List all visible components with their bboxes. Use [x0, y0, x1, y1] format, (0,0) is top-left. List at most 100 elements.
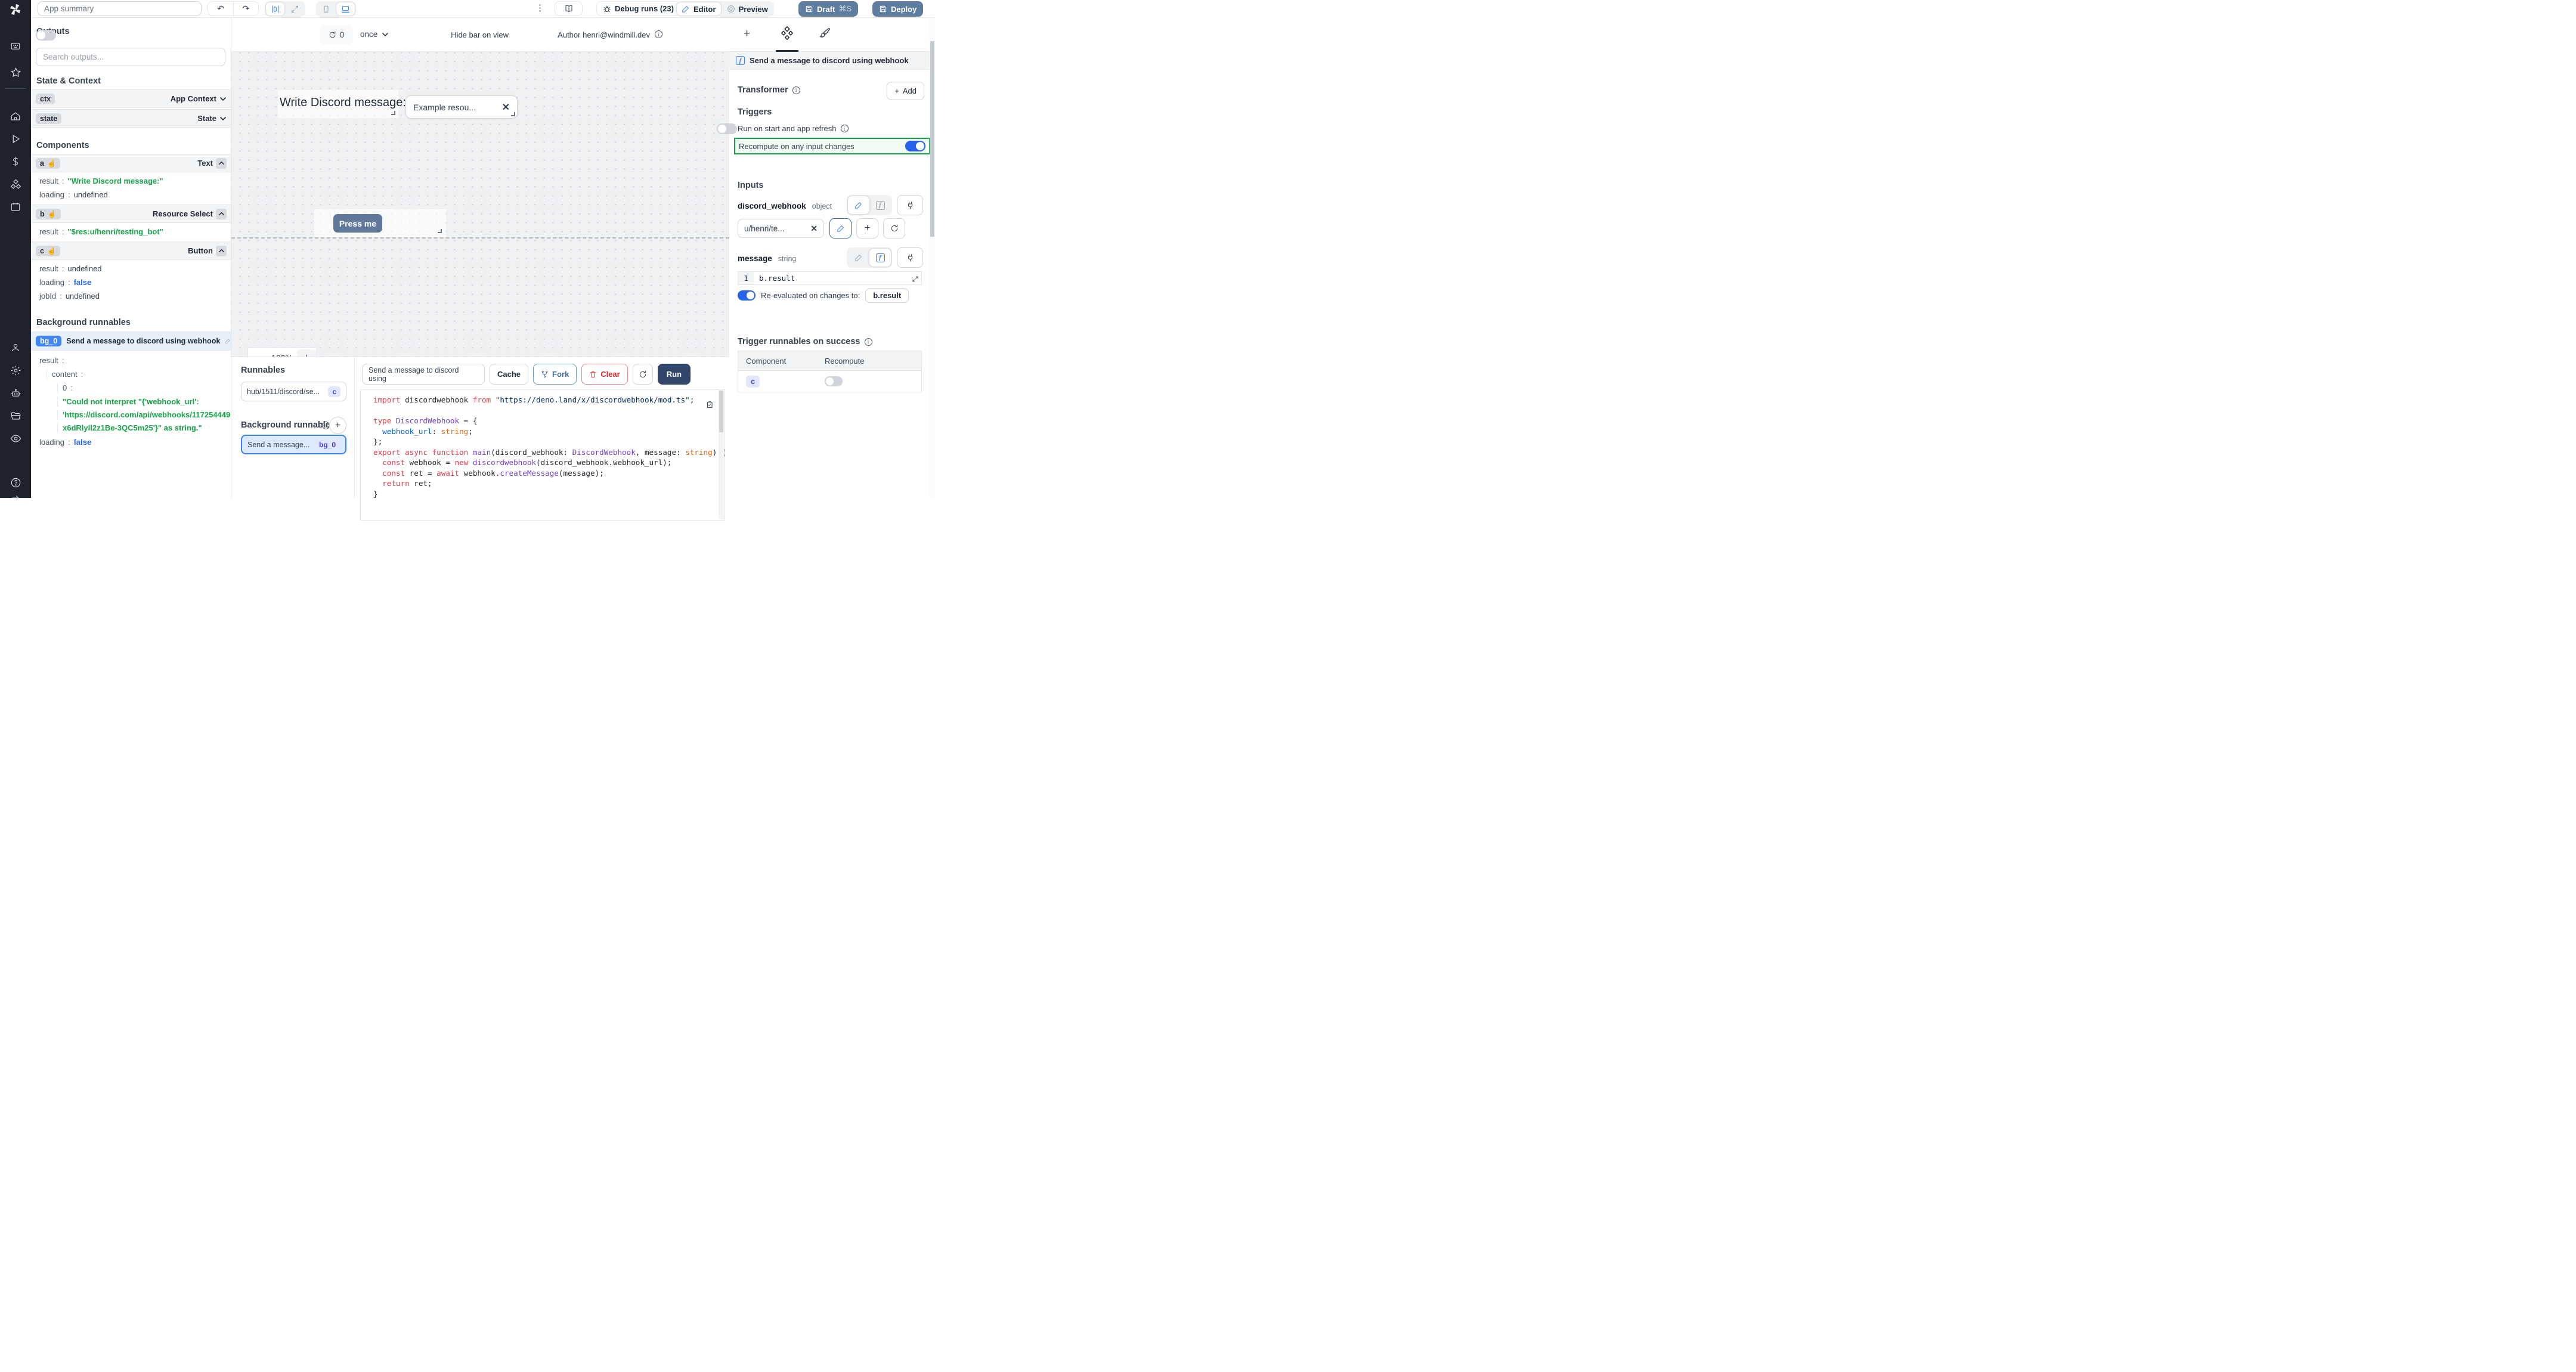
add-transformer-button[interactable]: + Add: [887, 82, 924, 100]
redo-button[interactable]: ↷: [233, 2, 258, 16]
collapse-button[interactable]: [216, 158, 227, 169]
expand-icon[interactable]: [912, 275, 919, 283]
resize-handle[interactable]: [511, 112, 515, 116]
cache-button[interactable]: Cache: [490, 364, 528, 385]
more-menu-icon[interactable]: ⋮: [535, 2, 544, 13]
sidebar-audit-icon[interactable]: [0, 433, 31, 447]
edit-pencil-icon[interactable]: [225, 338, 231, 344]
sidebar-runs-icon[interactable]: [0, 134, 31, 147]
sidebar-workers-icon[interactable]: [0, 388, 31, 402]
chevron-down-icon[interactable]: [219, 95, 227, 103]
run-on-start-toggle[interactable]: [717, 123, 737, 134]
fork-button[interactable]: Fork: [533, 364, 577, 385]
ctx-badge: ctx: [36, 94, 55, 104]
author-label: Author henri@windmill.dev: [558, 30, 650, 39]
sidebar-help-icon[interactable]: [0, 477, 31, 491]
run-button[interactable]: Run: [658, 364, 691, 385]
resize-handle[interactable]: [391, 111, 395, 115]
connect-plug-button[interactable]: [897, 247, 923, 268]
docs-button[interactable]: [555, 1, 583, 16]
component-c-type: Button: [188, 246, 213, 255]
edit-resource-button[interactable]: [829, 218, 852, 239]
clear-button[interactable]: Clear: [581, 364, 628, 385]
sidebar-resources-icon[interactable]: [0, 179, 31, 193]
app-canvas[interactable]: Write Discord message: Example resou... …: [231, 52, 729, 357]
static-mode-button[interactable]: [848, 249, 869, 267]
sidebar-settings-icon[interactable]: [0, 365, 31, 379]
message-expression-editor[interactable]: 1 b.result: [738, 271, 922, 285]
collapse-button[interactable]: [216, 246, 227, 256]
chevron-down-icon[interactable]: [219, 115, 227, 122]
runnable-bg-item[interactable]: Send a message... bg_0: [241, 435, 346, 454]
add-background-runnable-button[interactable]: +: [329, 417, 346, 434]
background-runnable-row-bg0[interactable]: bg_0 Send a message to discord using web…: [31, 332, 231, 351]
text-component-selection[interactable]: Write Discord message:: [278, 90, 398, 118]
clear-selection-icon[interactable]: ✕: [502, 101, 510, 113]
mobile-view-button[interactable]: [317, 2, 335, 16]
tab-preview[interactable]: Preview: [722, 2, 773, 16]
tab-styling-brush-icon[interactable]: [819, 27, 831, 42]
app-summary-input[interactable]: [38, 1, 202, 16]
script-summary-input[interactable]: Send a message to discord using: [362, 364, 485, 385]
debug-runs-button[interactable]: Debug runs (23): [596, 1, 680, 16]
sidebar-home-icon[interactable]: [0, 111, 31, 125]
resize-handle[interactable]: [438, 229, 442, 233]
resource-picker[interactable]: u/henri/te... ✕: [738, 219, 824, 238]
info-icon[interactable]: i: [792, 86, 800, 94]
zoom-in-button[interactable]: +: [297, 349, 316, 357]
reload-button[interactable]: [633, 364, 653, 385]
sidebar-variables-icon[interactable]: [0, 156, 31, 170]
tab-insert-plus-icon[interactable]: +: [744, 27, 750, 41]
message-expression: b.result: [754, 272, 795, 284]
zoom-out-button[interactable]: −: [248, 349, 267, 357]
connect-plug-button[interactable]: [897, 195, 923, 215]
reeval-target-badge[interactable]: b.result: [865, 288, 909, 303]
sidebar-collapse-icon[interactable]: [0, 494, 31, 505]
hide-bar-toggle[interactable]: [36, 30, 56, 41]
row-recompute-toggle[interactable]: [825, 376, 843, 386]
resource-select-component[interactable]: Example resou... ✕: [405, 95, 518, 119]
info-icon[interactable]: i: [655, 30, 662, 38]
plug-icon: [906, 253, 915, 262]
copy-code-icon[interactable]: [705, 401, 714, 412]
eval-mode-button[interactable]: f: [869, 196, 891, 214]
code-scrollbar[interactable]: [719, 391, 724, 519]
run-mode-dropdown[interactable]: once: [360, 30, 389, 39]
component-row-a[interactable]: a☝ Text: [31, 154, 231, 172]
code-editor[interactable]: import discordwebhook from "https://deno…: [360, 389, 725, 521]
info-icon[interactable]: i: [865, 338, 872, 346]
info-icon[interactable]: i: [841, 125, 849, 132]
sidebar-folders-icon[interactable]: [0, 410, 31, 425]
output-row-state[interactable]: state State: [31, 109, 231, 128]
create-resource-button[interactable]: +: [856, 218, 878, 239]
deploy-button[interactable]: Deploy: [872, 1, 923, 17]
component-row-b[interactable]: b☝ Resource Select: [31, 205, 231, 223]
search-outputs-input[interactable]: [36, 48, 225, 66]
sidebar-apps-icon[interactable]: [0, 41, 31, 54]
tab-editor[interactable]: Editor: [677, 2, 721, 16]
recompute-toggle[interactable]: [905, 141, 925, 151]
refresh-count-button[interactable]: 0: [320, 26, 353, 44]
eval-mode-button[interactable]: f: [869, 249, 891, 267]
collapse-button[interactable]: [216, 209, 227, 219]
runnable-item[interactable]: hub/1511/discord/se... c: [241, 382, 346, 401]
right-panel-scrollbar[interactable]: [930, 18, 935, 498]
output-row-ctx[interactable]: ctx App Context: [31, 89, 231, 108]
clear-resource-icon[interactable]: ✕: [810, 224, 818, 234]
bounded-layout-button[interactable]: [266, 2, 284, 16]
tab-component-settings-icon[interactable]: [781, 26, 794, 44]
component-row-c[interactable]: c☝ Button: [31, 241, 231, 260]
sidebar-schedules-icon[interactable]: [0, 202, 31, 215]
fullwidth-layout-button[interactable]: [286, 2, 304, 16]
button-component-selection[interactable]: Press me: [314, 209, 446, 237]
desktop-view-button[interactable]: [336, 2, 355, 16]
windmill-logo[interactable]: [8, 3, 23, 19]
refresh-resources-button[interactable]: [883, 218, 905, 239]
reeval-toggle[interactable]: [738, 290, 756, 301]
draft-button[interactable]: Draft ⌘S: [798, 1, 858, 17]
sidebar-user-icon[interactable]: [0, 342, 31, 356]
press-me-button[interactable]: Press me: [333, 214, 382, 233]
static-mode-button[interactable]: [848, 196, 869, 214]
sidebar-favorites-icon[interactable]: [0, 67, 31, 81]
undo-button[interactable]: ↶: [208, 2, 233, 16]
